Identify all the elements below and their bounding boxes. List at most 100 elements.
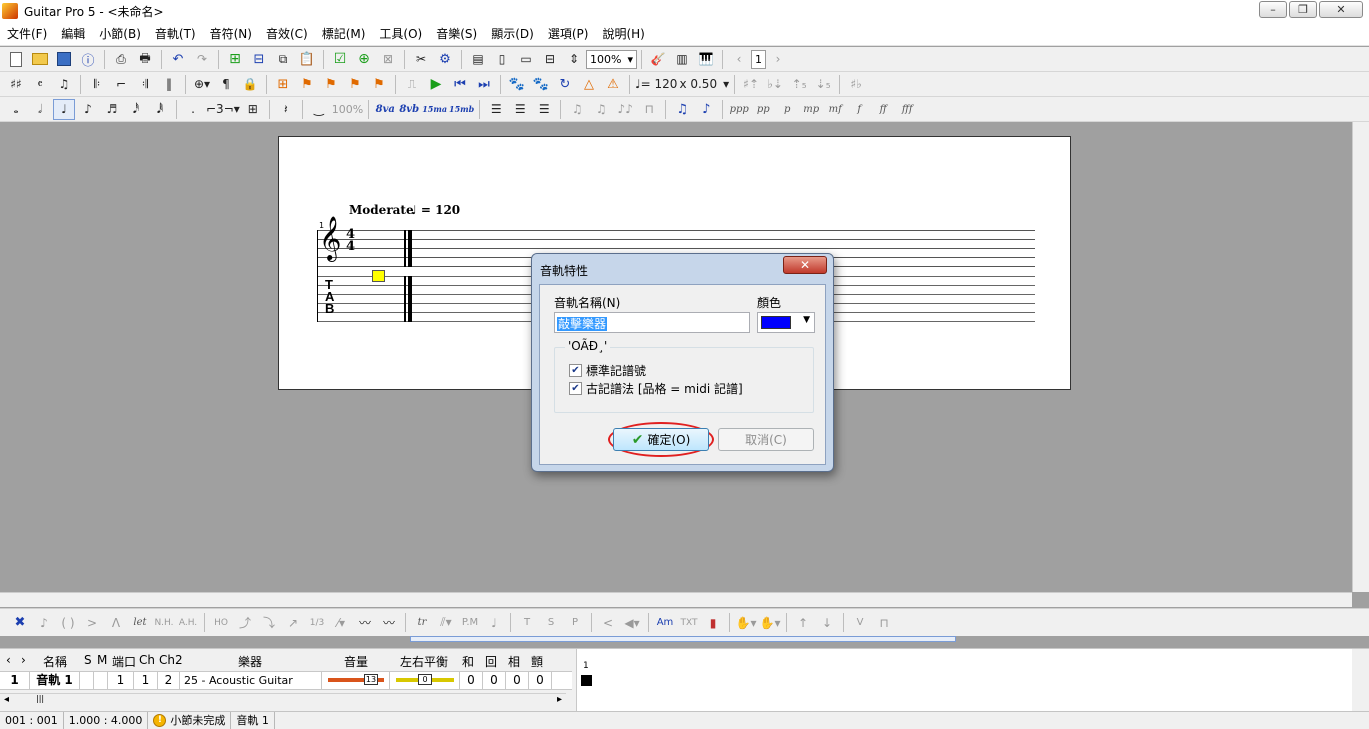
triplet-feel-button[interactable]: ♫: [53, 74, 75, 95]
menu-edit[interactable]: 編輯: [54, 22, 92, 46]
dynamic-ppp-button[interactable]: ppp: [728, 99, 750, 120]
dialog-close-button[interactable]: ✕: [783, 256, 827, 274]
menu-track[interactable]: 音軌(T): [148, 22, 203, 46]
stem-direction-button[interactable]: ♪: [695, 99, 717, 120]
octave-15ma-button[interactable]: 15ma: [422, 99, 447, 120]
score-info-button[interactable]: ⓘ: [77, 49, 99, 70]
metronome-button[interactable]: ⎍: [401, 74, 423, 95]
artificial-harmonic-button[interactable]: A.H.: [177, 612, 199, 633]
octave-8va-button[interactable]: 8va: [374, 99, 396, 120]
track-chorus[interactable]: 0: [460, 672, 483, 689]
key-signature-button[interactable]: ♯♯: [5, 74, 27, 95]
dynamic-p-button[interactable]: p: [776, 99, 798, 120]
octave-up-button[interactable]: ⇡₅: [788, 74, 810, 95]
loop-button[interactable]: ↻: [554, 74, 576, 95]
step-back-button[interactable]: 🐾: [506, 74, 528, 95]
screen-view-button[interactable]: ▯: [491, 49, 513, 70]
dynamic-pp-button[interactable]: pp: [752, 99, 774, 120]
track-instrument[interactable]: 25 - Acoustic Guitar (steel): [180, 672, 322, 704]
dynamic-ff-button[interactable]: ff: [872, 99, 894, 120]
ancient-notation-checkbox[interactable]: ✔ 古記譜法 [品格 = midi 記譜]: [569, 380, 743, 397]
trill-button[interactable]: tr: [411, 612, 433, 633]
track-prev-arrow[interactable]: ‹: [6, 653, 11, 667]
auto-stem-button[interactable]: ♫: [671, 99, 693, 120]
dotted-note-button[interactable]: .: [182, 99, 204, 120]
menu-file[interactable]: 文件(F): [0, 22, 54, 46]
redo-button[interactable]: ↷: [191, 49, 213, 70]
break-beam-button[interactable]: ♪♪: [614, 99, 636, 120]
toolbar-fold-bar[interactable]: [410, 636, 956, 642]
dynamic-mp-button[interactable]: mp: [800, 99, 822, 120]
dynamic-fff-button[interactable]: fff: [896, 99, 918, 120]
menu-options[interactable]: 選項(P): [541, 22, 596, 46]
sixteenth-note-button[interactable]: ♬: [101, 99, 123, 120]
dynamic-f-button[interactable]: f: [848, 99, 870, 120]
heavy-accent-button[interactable]: Λ: [105, 612, 127, 633]
tuplet-select[interactable]: ⌐3¬▾: [206, 99, 240, 120]
accent-button[interactable]: >: [81, 612, 103, 633]
cancel-button[interactable]: 取消(C): [718, 428, 814, 451]
ghost-note-button[interactable]: ( ): [57, 612, 79, 633]
transpose-up-button[interactable]: ♯⇡: [740, 74, 762, 95]
add-track-button[interactable]: ⊕: [353, 49, 375, 70]
page-view-button[interactable]: ▤: [467, 49, 489, 70]
menu-sound[interactable]: 音樂(S): [429, 22, 484, 46]
add-marker-button[interactable]: ⊞: [272, 74, 294, 95]
check-bar-button[interactable]: ☑: [329, 49, 351, 70]
tuplet-bracket-button[interactable]: ⊓: [638, 99, 660, 120]
repeat-open-button[interactable]: 𝄆: [86, 74, 108, 95]
hammer-on-button[interactable]: HO: [210, 612, 232, 633]
track-tremolo[interactable]: 0: [529, 672, 552, 689]
downstroke-button[interactable]: ↓: [816, 612, 838, 633]
text-button[interactable]: TXT: [678, 612, 700, 633]
multitrack-button[interactable]: ⊟: [539, 49, 561, 70]
scroll-thumb[interactable]: |||: [36, 694, 44, 703]
staccato-button[interactable]: ♩: [483, 612, 505, 633]
quarter-note-button[interactable]: ♩: [53, 98, 75, 120]
slap-button[interactable]: S: [540, 612, 562, 633]
print-button[interactable]: 🖶: [134, 49, 156, 70]
justify-button[interactable]: ☰: [509, 99, 531, 120]
menu-help[interactable]: 說明(H): [595, 22, 651, 46]
slide-select[interactable]: ⁄▾: [330, 612, 352, 633]
octave-8vb-button[interactable]: 8vb: [398, 99, 420, 120]
rest-button[interactable]: 𝄽: [275, 99, 297, 120]
solo-toggle[interactable]: [80, 672, 94, 689]
direction-button[interactable]: ⊕▾: [191, 74, 213, 95]
let-ring-button[interactable]: let: [129, 612, 151, 633]
wide-vibrato-button[interactable]: 〰: [378, 612, 400, 633]
track-row[interactable]: 1 音軌 1 1 1 2 25 - Acoustic Guitar (steel…: [0, 671, 572, 704]
track-port[interactable]: 1: [108, 672, 134, 689]
edit-cursor[interactable]: [372, 270, 385, 282]
insert-bar-button[interactable]: ⊟: [248, 49, 270, 70]
chevron-right-icon[interactable]: ▸: [557, 694, 562, 705]
add-bar-button[interactable]: ⊞: [224, 49, 246, 70]
pickstroke-button[interactable]: ✋▾: [759, 612, 781, 633]
paste-bar-button[interactable]: 📋: [296, 49, 318, 70]
tremolo-bar-button[interactable]: ⤵: [258, 612, 280, 633]
crescendo-button[interactable]: <: [597, 612, 619, 633]
chord-button[interactable]: Am: [654, 612, 676, 633]
grace-note-button[interactable]: ♪: [33, 612, 55, 633]
stroke-button[interactable]: ✋▾: [735, 612, 757, 633]
align-button[interactable]: ☰: [485, 99, 507, 120]
track-horizontal-scrollbar[interactable]: ◂ ||| ▸: [0, 693, 566, 707]
undo-button[interactable]: ↶: [167, 49, 189, 70]
auto-beam-button[interactable]: ♫: [566, 99, 588, 120]
lock-button[interactable]: 🔒: [239, 74, 261, 95]
track-channel2[interactable]: 2: [158, 672, 180, 689]
print-preview-button[interactable]: ⎙: [110, 49, 132, 70]
measure-cell[interactable]: [581, 675, 592, 686]
guitar-fretboard-button[interactable]: 🎸: [647, 49, 669, 70]
new-file-button[interactable]: [5, 49, 27, 70]
paragraph-button[interactable]: ¶: [215, 74, 237, 95]
step-forward-button[interactable]: 🐾: [530, 74, 552, 95]
minimize-button[interactable]: –: [1259, 1, 1287, 18]
prev-page-button[interactable]: ‹: [728, 49, 750, 70]
maximize-button[interactable]: ❐: [1289, 1, 1317, 18]
speed-select[interactable]: x 0.50 ▾: [679, 74, 729, 95]
fit-button[interactable]: ⇕: [563, 49, 585, 70]
cut-button[interactable]: ✂: [410, 49, 432, 70]
volume-knob[interactable]: 13: [364, 674, 378, 685]
beam-button[interactable]: ♫: [590, 99, 612, 120]
